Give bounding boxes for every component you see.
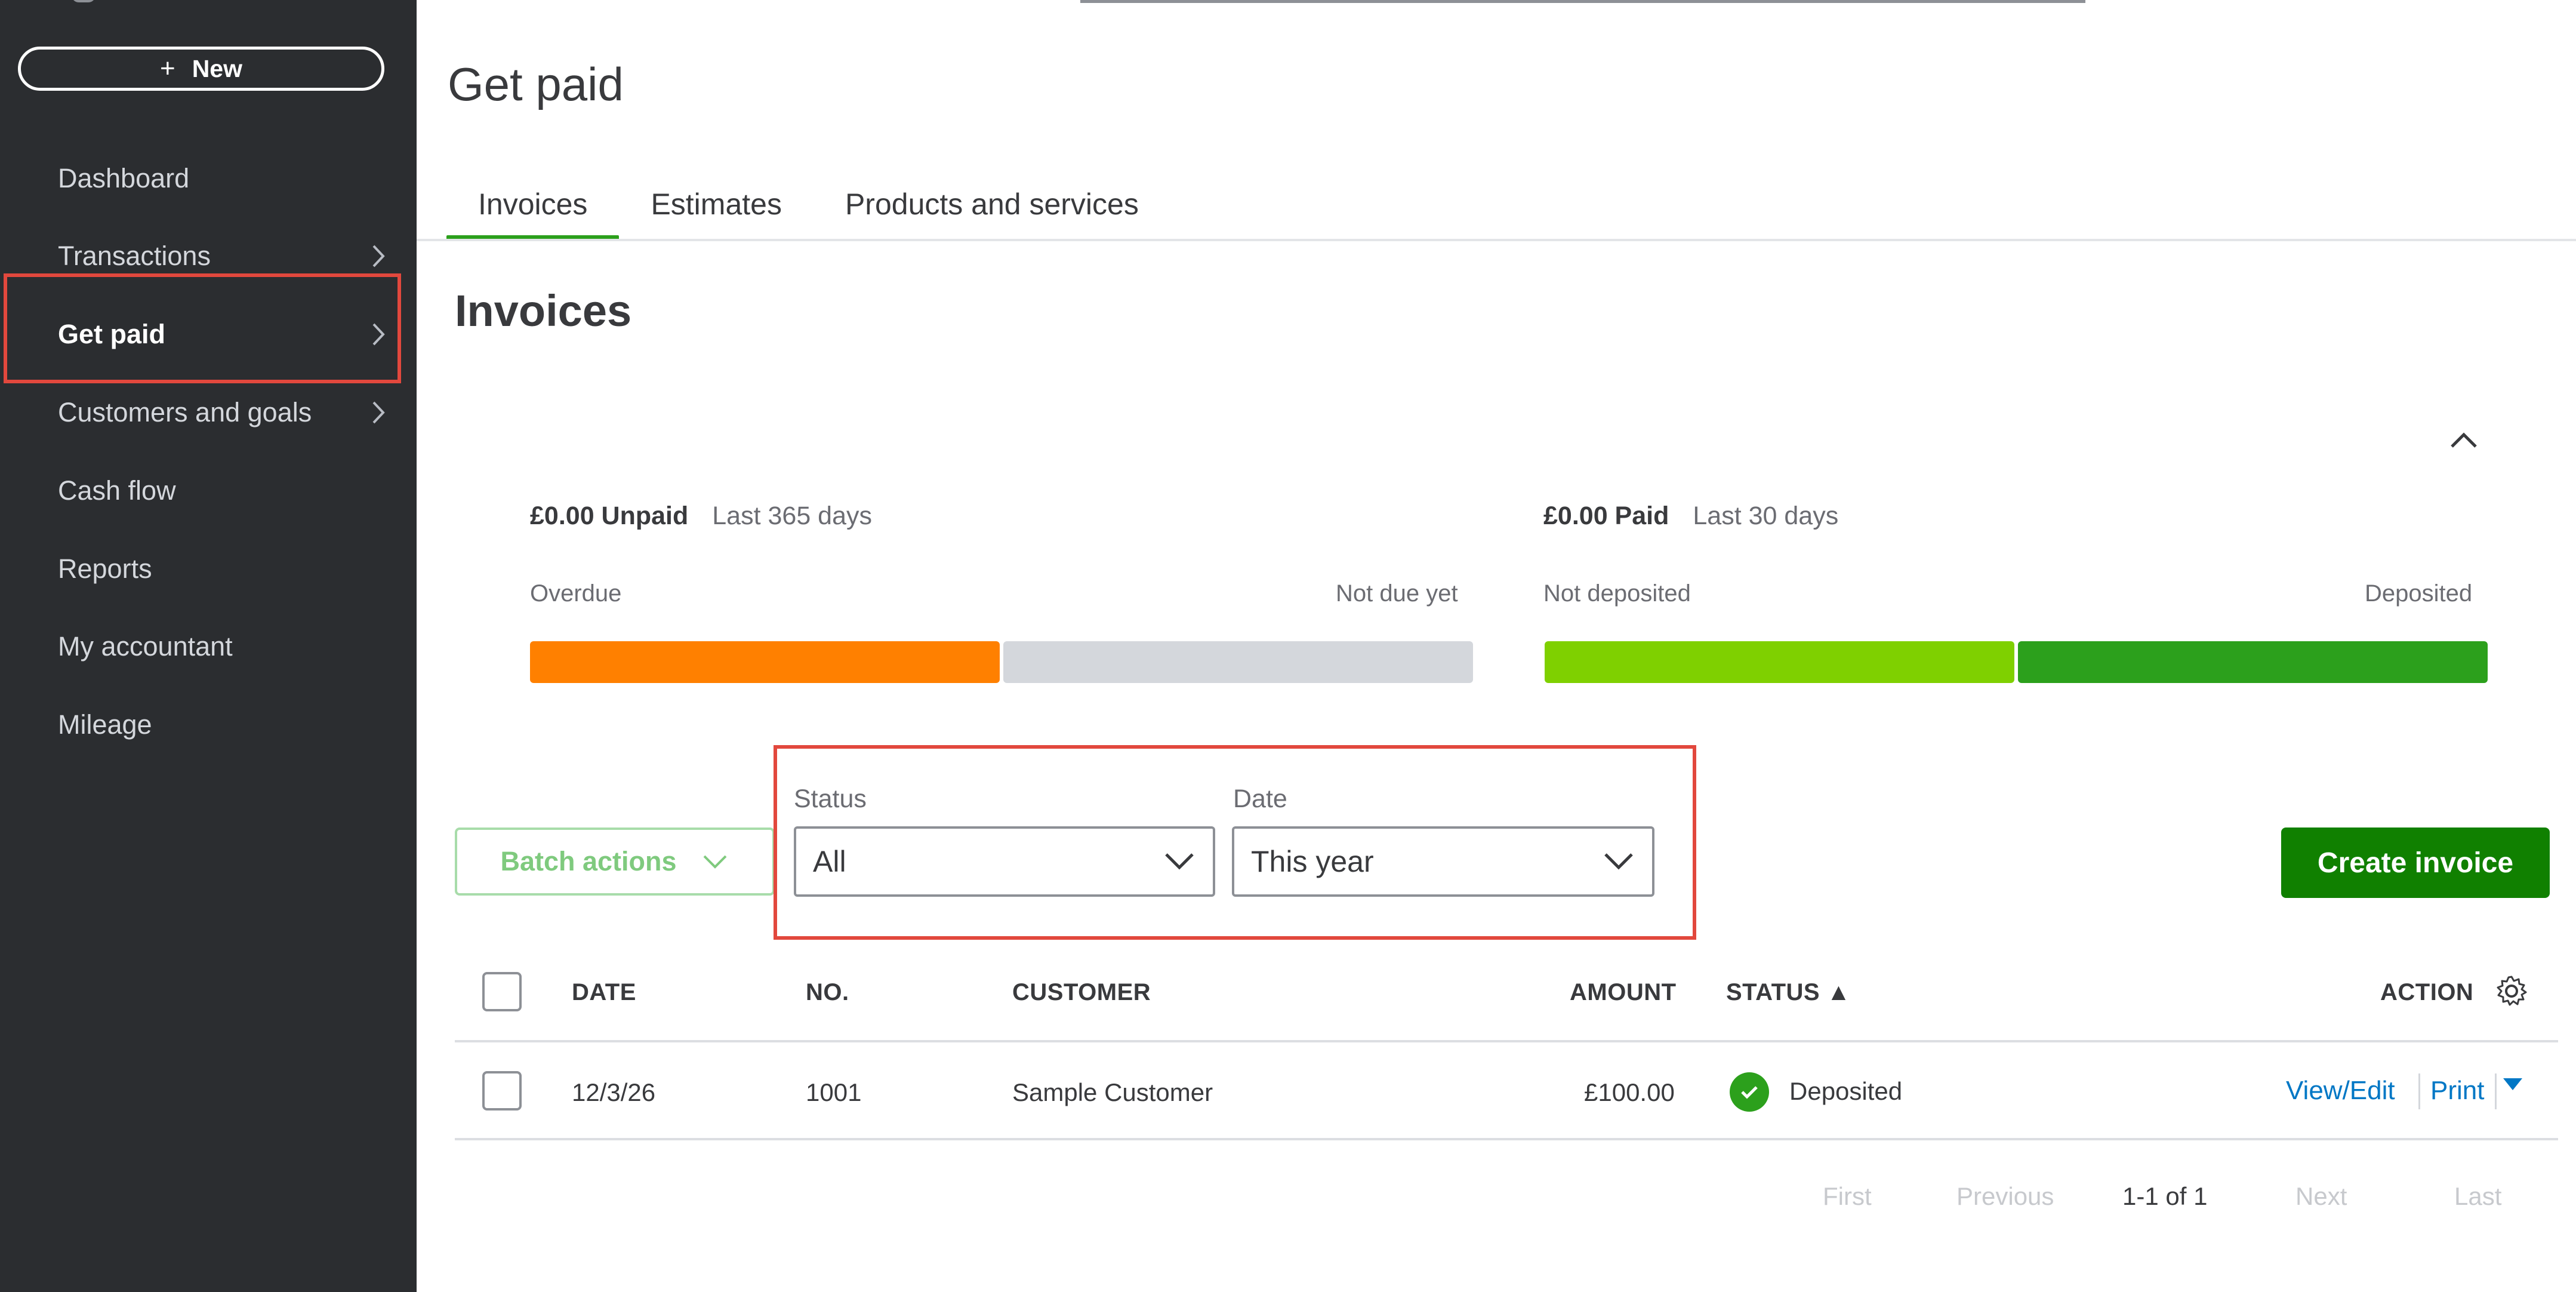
sidebar-item-label: My accountant <box>58 631 233 662</box>
chevron-right-icon <box>372 245 385 267</box>
paid-amount: £0.00 Paid <box>1543 502 1669 530</box>
pagination-range: 1-1 of 1 <box>2122 1182 2208 1210</box>
chevron-up-icon[interactable] <box>2446 425 2482 455</box>
check-circle-icon <box>1730 1072 1769 1112</box>
row-number: 1001 <box>806 1078 862 1106</box>
tab-products-and-services[interactable]: Products and services <box>814 167 1170 241</box>
pagination-next[interactable]: Next <box>2295 1182 2347 1211</box>
sidebar-item-customers-and-goals[interactable]: Customers and goals <box>0 374 417 451</box>
date-filter-label: Date <box>1233 785 1287 813</box>
tab-bar: Invoices Estimates Products and services <box>446 167 1170 241</box>
date-select-value: This year <box>1251 845 1374 878</box>
column-header-status[interactable]: STATUS ▲ <box>1726 979 1851 1006</box>
tabs-divider <box>417 239 2576 241</box>
action-separator <box>2495 1073 2497 1109</box>
sidebar-item-label: Cash flow <box>58 475 176 506</box>
plus-icon: + <box>159 54 175 83</box>
batch-actions-button[interactable]: Batch actions <box>455 828 775 896</box>
sidebar-item-dashboard[interactable]: Dashboard <box>0 140 417 217</box>
sidebar-top-icon <box>72 0 95 2</box>
select-all-checkbox[interactable] <box>482 972 522 1011</box>
column-header-customer[interactable]: CUSTOMER <box>1012 979 1151 1006</box>
unpaid-period: Last 365 days <box>712 502 873 530</box>
sidebar-item-label: Transactions <box>58 241 211 271</box>
chevron-down-icon <box>703 855 726 869</box>
gear-icon[interactable] <box>2495 974 2528 1008</box>
print-link[interactable]: Print <box>2430 1076 2484 1106</box>
sidebar: + New Dashboard Transactions Get paid Cu… <box>0 0 417 1292</box>
column-header-no[interactable]: NO. <box>806 979 849 1006</box>
row-checkbox[interactable] <box>482 1071 522 1110</box>
action-separator <box>2418 1073 2420 1109</box>
sidebar-item-my-accountant[interactable]: My accountant <box>0 608 417 685</box>
pagination-previous[interactable]: Previous <box>1956 1182 2054 1211</box>
sidebar-item-label: Customers and goals <box>58 397 312 427</box>
unpaid-amount: £0.00 Unpaid <box>530 502 689 530</box>
sidebar-item-mileage[interactable]: Mileage <box>0 686 417 764</box>
unpaid-summary: £0.00 Unpaid Last 365 days <box>530 502 872 531</box>
overdue-bar[interactable] <box>530 641 1000 683</box>
tab-invoices[interactable]: Invoices <box>446 167 620 241</box>
chevron-right-icon <box>372 401 385 424</box>
row-customer: Sample Customer <box>1012 1078 1213 1106</box>
search-bar-edge <box>1080 0 2085 3</box>
sidebar-item-label: Dashboard <box>58 163 190 193</box>
status-select-value: All <box>813 845 846 878</box>
status-filter-label: Status <box>794 785 867 813</box>
status-select[interactable]: All <box>794 826 1215 897</box>
column-header-amount[interactable]: AMOUNT <box>1570 979 1677 1006</box>
overdue-label: Overdue <box>530 580 622 607</box>
tab-estimates[interactable]: Estimates <box>619 167 814 241</box>
row-divider <box>455 1138 2558 1140</box>
action-dropdown-caret-icon[interactable] <box>2503 1078 2522 1090</box>
pagination-first[interactable]: First <box>1823 1182 1872 1211</box>
paid-summary: £0.00 Paid Last 30 days <box>1543 502 1838 531</box>
row-date: 12/3/26 <box>572 1078 656 1106</box>
sidebar-item-label: Mileage <box>58 709 152 740</box>
section-title: Invoices <box>455 286 632 336</box>
column-header-date[interactable]: DATE <box>572 979 636 1006</box>
create-invoice-button[interactable]: Create invoice <box>2281 828 2550 898</box>
new-button-label: New <box>192 54 242 82</box>
column-header-action: ACTION <box>2380 979 2474 1005</box>
paid-period: Last 30 days <box>1693 502 1839 530</box>
new-button[interactable]: + New <box>18 47 384 91</box>
date-select[interactable]: This year <box>1232 826 1654 897</box>
sidebar-item-label: Reports <box>58 553 152 584</box>
header-divider <box>455 1040 2558 1042</box>
chevron-down-icon <box>1604 853 1633 870</box>
view-edit-link[interactable]: View/Edit <box>2286 1076 2395 1106</box>
sidebar-item-cash-flow[interactable]: Cash flow <box>0 452 417 530</box>
sidebar-item-reports[interactable]: Reports <box>0 530 417 608</box>
not-due-yet-bar[interactable] <box>1003 641 1473 683</box>
row-status: Deposited <box>1789 1077 1903 1105</box>
deposited-label: Deposited <box>2365 580 2473 607</box>
not-deposited-bar[interactable] <box>1545 641 2014 683</box>
not-due-yet-label: Not due yet <box>1336 580 1458 607</box>
deposited-bar[interactable] <box>2018 641 2488 683</box>
row-amount: £100.00 <box>1584 1078 1675 1106</box>
chevron-down-icon <box>1165 853 1194 870</box>
batch-actions-label: Batch actions <box>500 846 677 876</box>
page-title: Get paid <box>448 58 624 110</box>
pagination-last[interactable]: Last <box>2454 1182 2501 1211</box>
get-paid-highlight-box <box>4 273 401 383</box>
not-deposited-label: Not deposited <box>1543 580 1691 607</box>
